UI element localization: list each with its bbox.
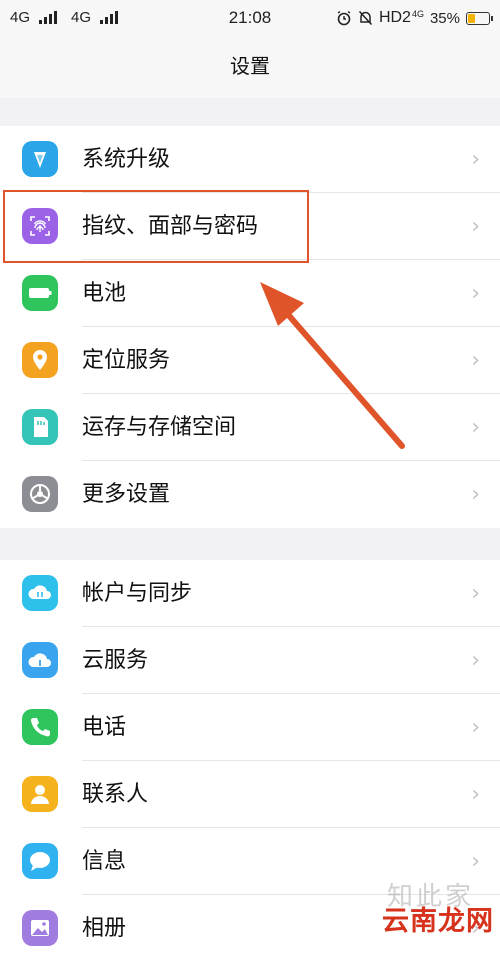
mute-icon <box>358 10 372 26</box>
settings-item-label: 电池 <box>82 281 127 306</box>
settings-item-label: 相册 <box>82 916 127 941</box>
settings-item-more-settings[interactable]: 更多设置 › <box>0 461 500 528</box>
location-icon <box>22 342 58 378</box>
settings-item-label: 信息 <box>82 849 127 874</box>
settings-item-label: 指纹、面部与密码 <box>82 214 259 239</box>
settings-item-label: 帐户与同步 <box>82 581 193 606</box>
message-icon <box>22 843 58 879</box>
phone-icon <box>22 709 58 745</box>
cloud-icon <box>22 642 58 678</box>
settings-item-location-services[interactable]: 定位服务 › <box>0 327 500 394</box>
settings-item-system-update[interactable]: 系统升级 › <box>0 126 500 193</box>
settings-item-label: 联系人 <box>82 782 149 807</box>
alarm-icon <box>337 10 351 26</box>
status-icons: HD2 4G 35% <box>336 9 493 27</box>
settings-item-phone[interactable]: 电话 › <box>0 694 500 761</box>
settings-item-label: 电话 <box>82 715 127 740</box>
settings-item-label: 更多设置 <box>82 482 171 507</box>
settings-item-label: 系统升级 <box>82 147 171 172</box>
more-settings-icon <box>22 476 58 512</box>
chevron-right-icon: › <box>471 281 480 306</box>
settings-item-battery[interactable]: 电池 › <box>0 260 500 327</box>
chevron-right-icon: › <box>471 482 480 507</box>
network-label: HD2 <box>378 9 411 26</box>
settings-item-label: 云服务 <box>82 648 149 673</box>
settings-item-account-sync[interactable]: 帐户与同步 › <box>0 560 500 627</box>
chevron-right-icon: › <box>471 147 480 172</box>
system-update-icon <box>22 141 58 177</box>
account-sync-icon <box>22 575 58 611</box>
network-small-label: 4G <box>411 9 424 19</box>
chevron-right-icon: › <box>471 648 480 673</box>
settings-item-label: 运存与存储空间 <box>82 415 237 440</box>
chevron-right-icon: › <box>471 715 480 740</box>
battery-level <box>468 13 475 23</box>
watermark: 知此家 云南龙网 <box>382 876 494 938</box>
status-bar: 4G 4G 21:08 HD2 4G 35% <box>0 0 500 36</box>
settings-item-label: 定位服务 <box>82 348 171 373</box>
page-title: 设置 <box>0 36 500 98</box>
settings-item-contacts[interactable]: 联系人 › <box>0 761 500 828</box>
chevron-right-icon: › <box>471 415 480 440</box>
settings-item-cloud-service[interactable]: 云服务 › <box>0 627 500 694</box>
album-icon <box>22 910 58 946</box>
storage-icon <box>22 409 58 445</box>
battery-status-icon <box>466 11 493 25</box>
fingerprint-icon <box>22 208 58 244</box>
settings-group-system: 系统升级 › 指纹、面部与密码 › 电池 › 定位服务 › 运存与存储空间 › … <box>0 126 500 528</box>
battery-percent: 35% <box>429 9 460 27</box>
settings-item-memory-storage[interactable]: 运存与存储空间 › <box>0 394 500 461</box>
watermark-text: 云南龙网 <box>382 906 494 937</box>
chevron-right-icon: › <box>471 581 480 606</box>
chevron-right-icon: › <box>471 214 480 239</box>
settings-item-fingerprint-face-password[interactable]: 指纹、面部与密码 › <box>0 193 500 260</box>
chevron-right-icon: › <box>471 782 480 807</box>
chevron-right-icon: › <box>471 348 480 373</box>
contacts-icon <box>22 776 58 812</box>
battery-icon <box>22 275 58 311</box>
